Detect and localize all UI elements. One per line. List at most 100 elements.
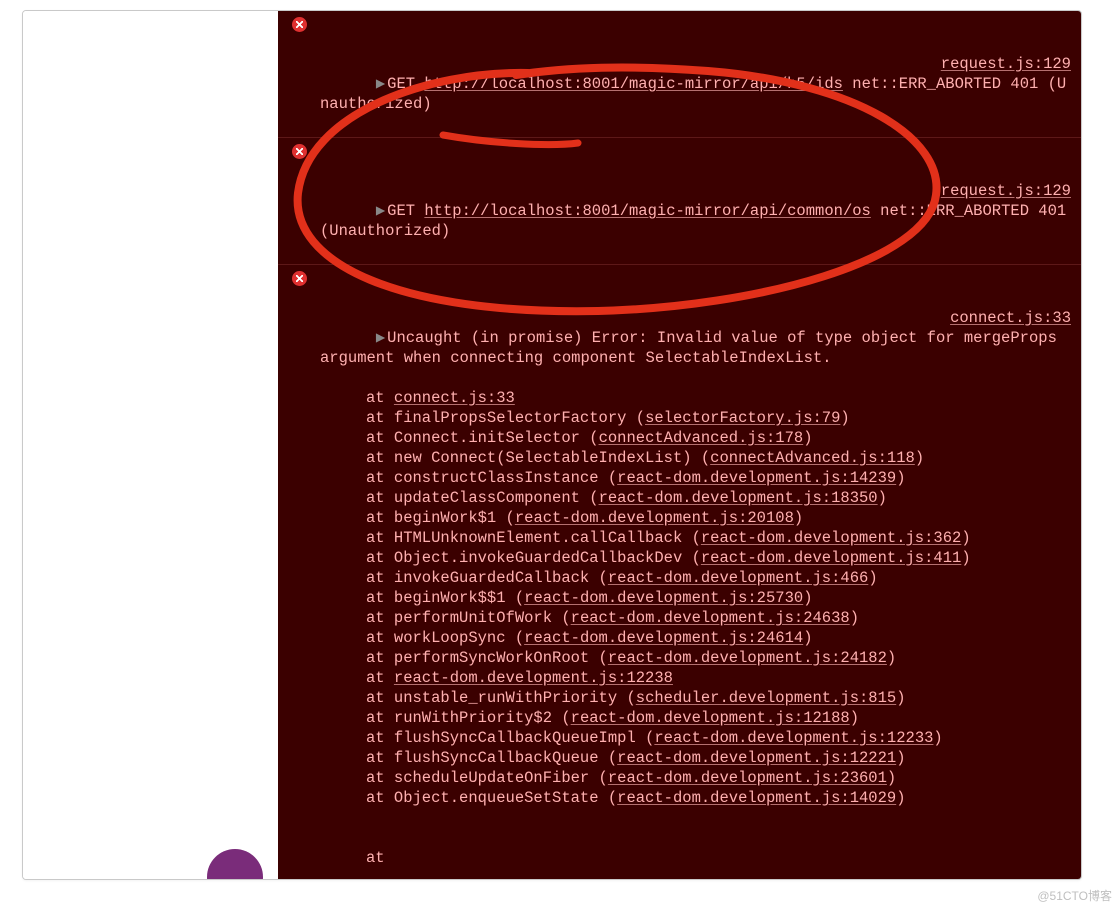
stack-frame: at Object.enqueueSetState (react-dom.dev…: [320, 788, 1071, 808]
expand-arrow-icon[interactable]: ▶: [376, 328, 385, 348]
stack-fn: Connect.initSelector: [394, 429, 589, 447]
console-error-entry[interactable]: request.js:129 ▶GET http://localhost:800…: [278, 11, 1081, 137]
stack-fn: flushSyncCallbackQueueImpl: [394, 729, 645, 747]
stack-at: at: [366, 469, 394, 487]
expand-arrow-icon[interactable]: ▶: [376, 201, 385, 221]
request-url[interactable]: http://localhost:8001/magic-mirror/api/c…: [424, 202, 870, 220]
stack-at: at: [366, 729, 394, 747]
screenshot-frame: request.js:129 ▶GET http://localhost:800…: [22, 10, 1082, 880]
stack-source-link[interactable]: react-dom.development.js:24182: [608, 649, 887, 667]
stack-at: at: [366, 529, 394, 547]
source-link[interactable]: request.js:129: [941, 54, 1071, 74]
stack-at: at: [366, 649, 394, 667]
stack-frame: at new Connect(SelectableIndexList) (con…: [320, 448, 1071, 468]
stack-frame: at flushSyncCallbackQueue (react-dom.dev…: [320, 748, 1071, 768]
stack-fn: updateClassComponent: [394, 489, 589, 507]
stack-fn: Object.enqueueSetState: [394, 789, 608, 807]
stack-fn: constructClassInstance: [394, 469, 608, 487]
stack-source-link[interactable]: react-dom.development.js:362: [701, 529, 961, 547]
stack-frame: at invokeGuardedCallback (react-dom.deve…: [320, 568, 1071, 588]
stack-fn: beginWork$$1: [394, 589, 515, 607]
stack-frame: at unstable_runWithPriority (scheduler.d…: [320, 688, 1071, 708]
stack-source-link[interactable]: connect.js:33: [394, 389, 515, 407]
stack-at: at: [366, 689, 394, 707]
stack-fn: workLoopSync: [394, 629, 515, 647]
stack-frame: at updateClassComponent (react-dom.devel…: [320, 488, 1071, 508]
stack-source-link[interactable]: react-dom.development.js:24638: [571, 609, 850, 627]
source-link[interactable]: request.js:129: [941, 181, 1071, 201]
stack-source-link[interactable]: react-dom.development.js:12233: [654, 729, 933, 747]
stack-source-link[interactable]: react-dom.development.js:25730: [524, 589, 803, 607]
stack-fn: Object.invokeGuardedCallbackDev: [394, 549, 692, 567]
stack-at: at: [366, 769, 394, 787]
stack-frame: at connect.js:33: [320, 388, 1071, 408]
request-url[interactable]: http://localhost:8001/magic-mirror/api/h…: [424, 75, 843, 93]
stack-frame: at performSyncWorkOnRoot (react-dom.deve…: [320, 648, 1071, 668]
stack-frame: at performUnitOfWork (react-dom.developm…: [320, 608, 1071, 628]
watermark: @51CTO博客: [1037, 886, 1112, 906]
left-pane: [23, 11, 278, 879]
source-link[interactable]: connect.js:33: [950, 308, 1071, 328]
stack-frame: at runWithPriority$2 (react-dom.developm…: [320, 708, 1071, 728]
stack-frame: at beginWork$1 (react-dom.development.js…: [320, 508, 1071, 528]
console-error-entry[interactable]: connect.js:33 ▶Uncaught (in promise) Err…: [278, 264, 1081, 879]
stack-at: at: [366, 669, 394, 687]
fab-icon[interactable]: [207, 849, 263, 880]
stack-source-link[interactable]: react-dom.development.js:466: [608, 569, 868, 587]
stack-at: at: [366, 589, 394, 607]
stack-fn: finalPropsSelectorFactory: [394, 409, 636, 427]
expand-arrow-icon[interactable]: ▶: [376, 74, 385, 94]
error-icon: [292, 17, 307, 32]
stack-source-link[interactable]: connectAdvanced.js:118: [710, 449, 915, 467]
stack-trace: at connect.js:33at finalPropsSelectorFac…: [320, 388, 1071, 808]
stack-fn: performSyncWorkOnRoot: [394, 649, 599, 667]
stack-source-link[interactable]: react-dom.development.js:12188: [571, 709, 850, 727]
stack-frame: at: [320, 848, 1071, 868]
stack-at: at: [366, 489, 394, 507]
stack-fn: runWithPriority$2: [394, 709, 561, 727]
error-icon: [292, 144, 307, 159]
stack-at: at: [366, 749, 394, 767]
stack-fn: scheduleUpdateOnFiber: [394, 769, 599, 787]
stack-source-link[interactable]: scheduler.development.js:815: [636, 689, 896, 707]
http-method: GET: [387, 202, 415, 220]
stack-at: at: [366, 549, 394, 567]
stack-source-link[interactable]: react-dom.development.js:12238: [394, 669, 673, 687]
stack-at: at: [366, 569, 394, 587]
stack-at: at: [366, 709, 394, 727]
stack-fn: new Connect(SelectableIndexList): [394, 449, 701, 467]
devtools-console[interactable]: request.js:129 ▶GET http://localhost:800…: [278, 11, 1081, 879]
stack-source-link[interactable]: connectAdvanced.js:178: [599, 429, 804, 447]
stack-at: at: [366, 789, 394, 807]
stack-frame: at HTMLUnknownElement.callCallback (reac…: [320, 528, 1071, 548]
console-error-entry[interactable]: request.js:129 ▶GET http://localhost:800…: [278, 137, 1081, 264]
stack-source-link[interactable]: selectorFactory.js:79: [645, 409, 840, 427]
http-method: GET: [387, 75, 415, 93]
stack-at: at: [366, 409, 394, 427]
stack-frame: at constructClassInstance (react-dom.dev…: [320, 468, 1071, 488]
stack-at: at: [366, 449, 394, 467]
stack-fn: performUnitOfWork: [394, 609, 561, 627]
stack-source-link[interactable]: react-dom.development.js:23601: [608, 769, 887, 787]
stack-at: at: [366, 509, 394, 527]
stack-source-link[interactable]: react-dom.development.js:411: [701, 549, 961, 567]
stack-frame: at workLoopSync (react-dom.development.j…: [320, 628, 1071, 648]
stack-source-link[interactable]: react-dom.development.js:20108: [515, 509, 794, 527]
stack-at: at: [366, 429, 394, 447]
stack-at: at: [366, 629, 394, 647]
stack-fn: HTMLUnknownElement.callCallback: [394, 529, 692, 547]
stack-at: at: [366, 609, 394, 627]
stack-source-link[interactable]: react-dom.development.js:24614: [524, 629, 803, 647]
stack-source-link[interactable]: react-dom.development.js:14029: [617, 789, 896, 807]
stack-frame: at Connect.initSelector (connectAdvanced…: [320, 428, 1071, 448]
stack-source-link[interactable]: react-dom.development.js:12221: [617, 749, 896, 767]
stack-frame: at finalPropsSelectorFactory (selectorFa…: [320, 408, 1071, 428]
stack-source-link[interactable]: react-dom.development.js:18350: [599, 489, 878, 507]
error-icon: [292, 271, 307, 286]
stack-fn: unstable_runWithPriority: [394, 689, 627, 707]
stack-frame: at Object.invokeGuardedCallbackDev (reac…: [320, 548, 1071, 568]
stack-frame: at flushSyncCallbackQueueImpl (react-dom…: [320, 728, 1071, 748]
error-message: Uncaught (in promise) Error: Invalid val…: [387, 329, 815, 347]
stack-source-link[interactable]: react-dom.development.js:14239: [617, 469, 896, 487]
stack-frame: at scheduleUpdateOnFiber (react-dom.deve…: [320, 768, 1071, 788]
